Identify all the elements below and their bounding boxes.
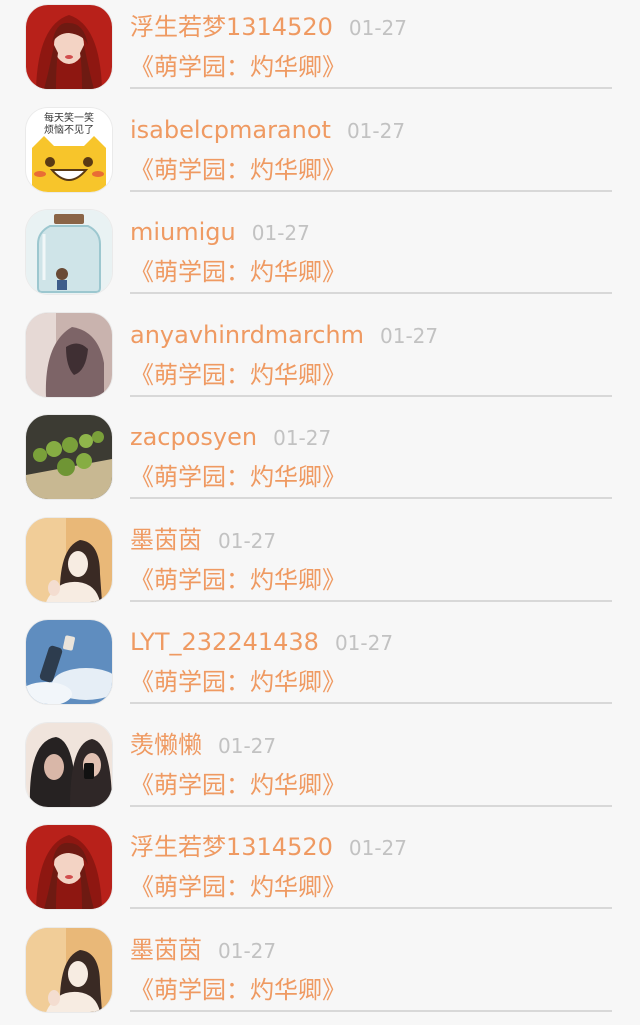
- book-title-link[interactable]: 《萌学园：灼华卿》: [130, 255, 346, 289]
- row-divider: [130, 702, 612, 704]
- book-title-link[interactable]: 《萌学园：灼华卿》: [130, 153, 346, 187]
- comment-list: 浮生若梦1314520 01-27 《萌学园：灼华卿》 每天笑一笑 烦恼不见了 i…: [0, 0, 640, 1016]
- food-plate-avatar[interactable]: [26, 415, 112, 499]
- hooded-figure-avatar[interactable]: [26, 313, 112, 397]
- username[interactable]: 羡懒懒: [130, 731, 202, 759]
- row-divider: [130, 292, 612, 294]
- row-divider: [130, 600, 612, 602]
- list-item[interactable]: miumigu 01-27 《萌学园：灼华卿》: [0, 205, 640, 308]
- row-divider: [130, 1010, 612, 1012]
- row-divider: [130, 395, 612, 397]
- comment-date: 01-27: [273, 426, 331, 450]
- comment-date: 01-27: [380, 324, 438, 348]
- book-title-link[interactable]: 《萌学园：灼华卿》: [130, 665, 346, 699]
- list-item[interactable]: zacposyen 01-27 《萌学园：灼华卿》: [0, 410, 640, 513]
- list-item[interactable]: 墨茵茵 01-27 《萌学园：灼华卿》: [0, 923, 640, 1025]
- sky-photo-avatar[interactable]: [26, 620, 112, 704]
- list-item[interactable]: LYT_232241438 01-27 《萌学园：灼华卿》: [0, 615, 640, 718]
- list-item[interactable]: 每天笑一笑 烦恼不见了 isabelcpmaranot 01-27 《萌学园：灼华…: [0, 103, 640, 206]
- list-item[interactable]: 浮生若梦1314520 01-27 《萌学园：灼华卿》: [0, 0, 640, 103]
- row-divider: [130, 497, 612, 499]
- row-divider: [130, 805, 612, 807]
- comment-date: 01-27: [218, 529, 276, 553]
- username[interactable]: 墨茵茵: [130, 526, 202, 554]
- username[interactable]: 浮生若梦1314520: [130, 13, 333, 41]
- book-title-link[interactable]: 《萌学园：灼华卿》: [130, 768, 346, 802]
- row-divider: [130, 87, 612, 89]
- username[interactable]: miumigu: [130, 218, 236, 246]
- red-hood-girl-avatar[interactable]: [26, 5, 112, 89]
- comment-date: 01-27: [218, 734, 276, 758]
- row-divider: [130, 907, 612, 909]
- comment-date: 01-27: [218, 939, 276, 963]
- list-item[interactable]: 浮生若梦1314520 01-27 《萌学园：灼华卿》: [0, 820, 640, 923]
- comment-date: 01-27: [349, 16, 407, 40]
- bottle-avatar[interactable]: [26, 210, 112, 294]
- book-title-link[interactable]: 《萌学园：灼华卿》: [130, 460, 346, 494]
- book-title-link[interactable]: 《萌学园：灼华卿》: [130, 973, 346, 1007]
- book-title-link[interactable]: 《萌学园：灼华卿》: [130, 870, 346, 904]
- smiley-cat-sticker-avatar[interactable]: 每天笑一笑 烦恼不见了: [26, 108, 112, 192]
- two-girls-avatar[interactable]: [26, 723, 112, 807]
- red-hood-girl-avatar[interactable]: [26, 825, 112, 909]
- comment-date: 01-27: [347, 119, 405, 143]
- comment-date: 01-27: [252, 221, 310, 245]
- list-item[interactable]: anyavhinrdmarchm 01-27 《萌学园：灼华卿》: [0, 308, 640, 411]
- row-divider: [130, 190, 612, 192]
- list-item[interactable]: 羡懒懒 01-27 《萌学园：灼华卿》: [0, 718, 640, 821]
- username[interactable]: 墨茵茵: [130, 936, 202, 964]
- username[interactable]: anyavhinrdmarchm: [130, 321, 364, 349]
- book-title-link[interactable]: 《萌学园：灼华卿》: [130, 563, 346, 597]
- comment-date: 01-27: [349, 836, 407, 860]
- username[interactable]: LYT_232241438: [130, 628, 319, 656]
- comment-date: 01-27: [335, 631, 393, 655]
- book-title-link[interactable]: 《萌学园：灼华卿》: [130, 358, 346, 392]
- girl-portrait-avatar[interactable]: [26, 928, 112, 1012]
- girl-portrait-avatar[interactable]: [26, 518, 112, 602]
- sticker-text-line-2: 烦恼不见了: [44, 123, 94, 136]
- username[interactable]: zacposyen: [130, 423, 257, 451]
- sticker-text-line-1: 每天笑一笑: [44, 111, 94, 124]
- list-item[interactable]: 墨茵茵 01-27 《萌学园：灼华卿》: [0, 513, 640, 616]
- username[interactable]: isabelcpmaranot: [130, 116, 331, 144]
- username[interactable]: 浮生若梦1314520: [130, 833, 333, 861]
- book-title-link[interactable]: 《萌学园：灼华卿》: [130, 50, 346, 84]
